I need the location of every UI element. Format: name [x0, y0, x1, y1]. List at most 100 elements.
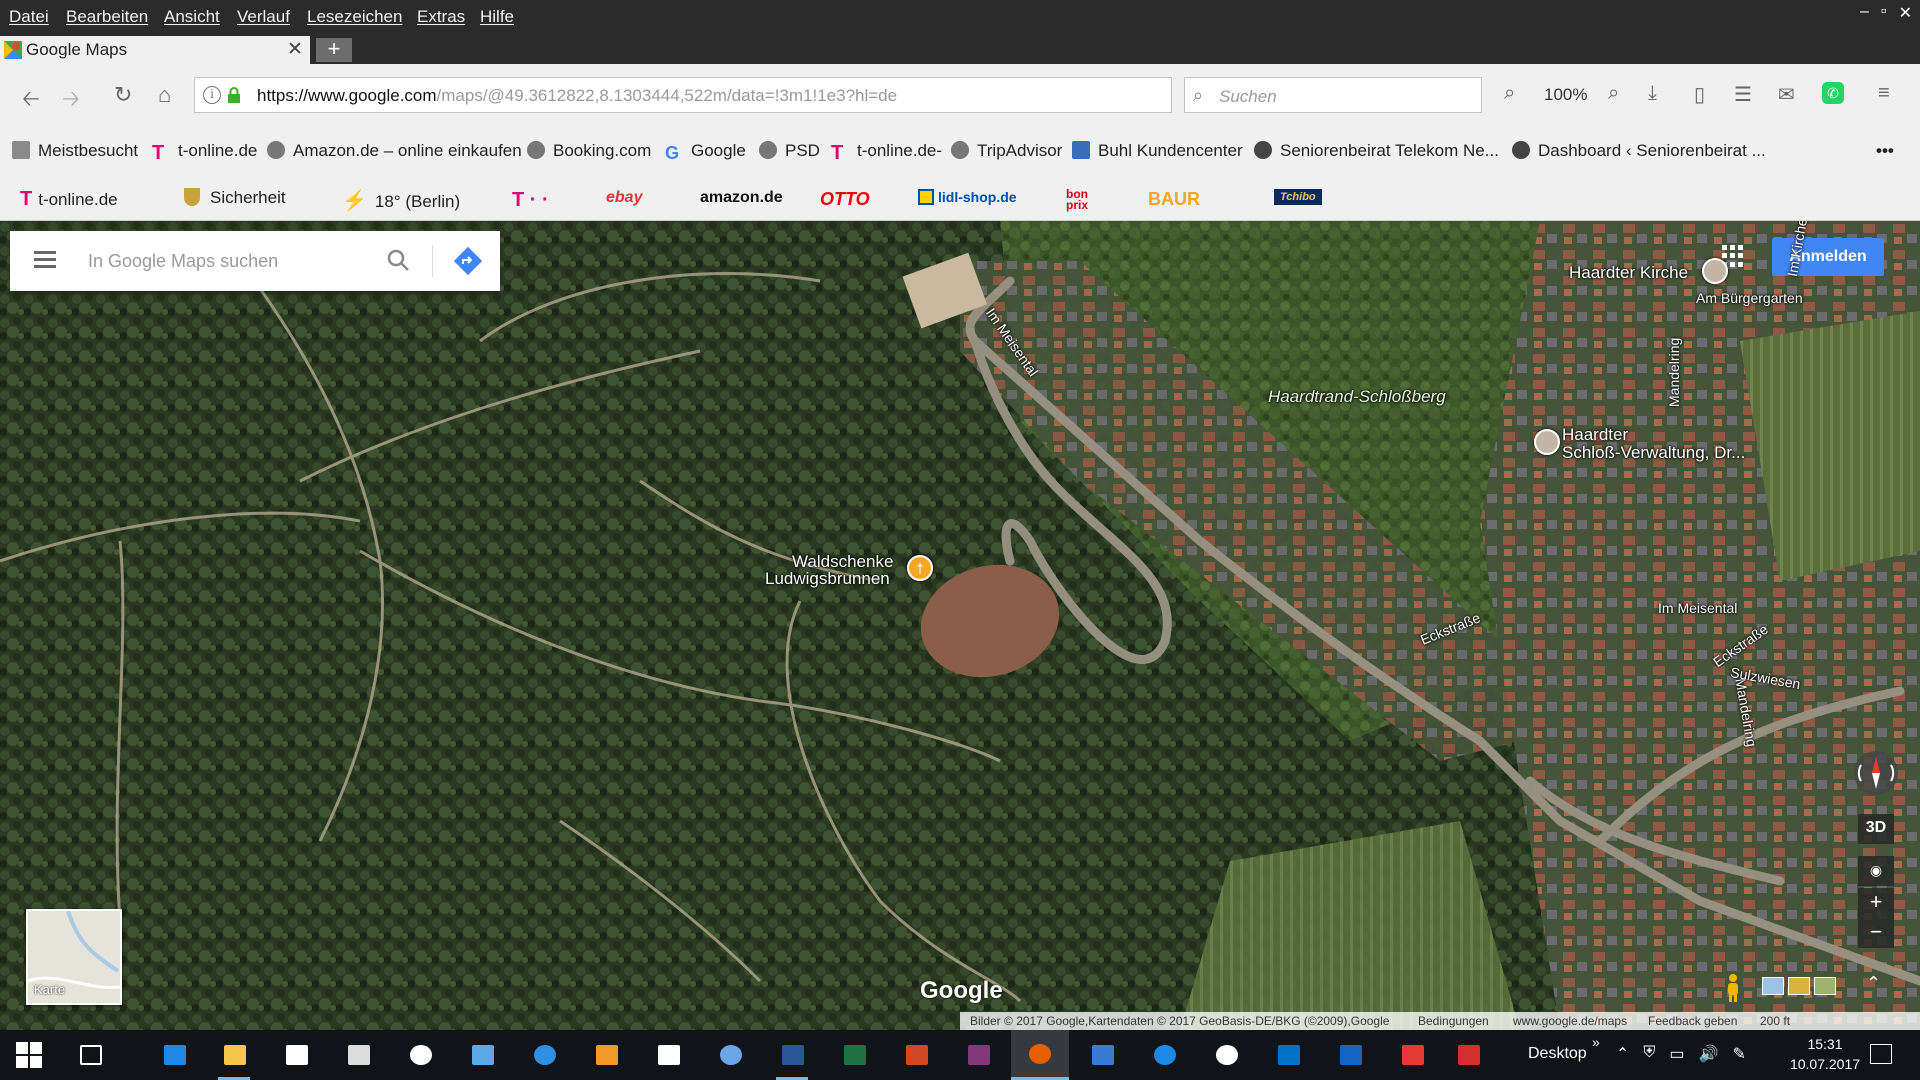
satellite-imagery[interactable] [0, 221, 1920, 1030]
zoom-out-button[interactable]: − [1858, 918, 1894, 948]
map-type-toggle[interactable]: Karte [26, 909, 122, 1005]
baur-logo-link[interactable]: BAUR [1148, 189, 1200, 210]
bookmark-google[interactable]: G Google [665, 141, 746, 162]
layer-thumbnails[interactable] [1762, 977, 1836, 995]
powerpoint-icon[interactable] [900, 1040, 932, 1070]
directions-icon[interactable] [454, 247, 482, 275]
mail-icon[interactable]: ✉ [1778, 82, 1795, 107]
transit-layer-icon[interactable] [1788, 977, 1810, 995]
browser-search-bar[interactable]: ⌕ Suchen [1184, 77, 1482, 113]
place-label-schloss[interactable]: Schloß-Verwaltung, Dr... [1562, 443, 1745, 463]
app-a-icon[interactable] [1334, 1040, 1366, 1070]
action-center-icon[interactable] [1870, 1044, 1892, 1064]
bookmark-tonline[interactable]: Tt-online.de [152, 141, 257, 163]
menu-ansicht[interactable]: Ansicht [164, 7, 220, 27]
ebay-logo-link[interactable]: ebay [606, 189, 642, 207]
menu-hilfe[interactable]: Hilfe [480, 7, 514, 27]
zoom-level[interactable]: 100% [1544, 85, 1587, 105]
bookmark-meistbesucht[interactable]: Meistbesucht [12, 141, 138, 161]
menu-verlauf[interactable]: Verlauf [237, 7, 290, 27]
new-tab-button[interactable]: + [316, 38, 352, 62]
place-label-haardter-kirche[interactable]: Haardter Kirche [1569, 263, 1688, 283]
thunderbird-icon[interactable] [714, 1040, 746, 1070]
bookmark-tripadvisor[interactable]: TripAdvisor [951, 141, 1062, 161]
bookmark-tonline-2[interactable]: Tt-online.de- [831, 141, 942, 163]
search-engine-icon[interactable]: ⌕ [1193, 85, 1203, 106]
toolbar-chevron[interactable]: » [1592, 1034, 1600, 1050]
link-weather[interactable]: ⚡ 18° (Berlin) [342, 188, 460, 213]
bookmark-amazon[interactable]: Amazon.de – online einkaufen [267, 141, 522, 161]
compass-icon[interactable] [1854, 751, 1898, 795]
reload-icon[interactable]: ↻ [114, 82, 132, 108]
calendar-icon[interactable] [652, 1040, 684, 1070]
forward-arrow-icon[interactable]: 🡢 [62, 82, 80, 120]
pdf-app-icon[interactable] [1396, 1040, 1428, 1070]
minimize-button[interactable]: – [1860, 3, 1869, 23]
photos-icon[interactable] [342, 1040, 374, 1070]
place-label-ludwigsbrunnen[interactable]: Ludwigsbrunnen [765, 569, 890, 589]
hamburger-menu-icon[interactable] [34, 251, 56, 268]
weather-app-icon[interactable] [404, 1040, 436, 1070]
otto-logo-link[interactable]: OTTO [820, 189, 870, 210]
app-icon[interactable] [1086, 1040, 1118, 1070]
news-app-icon[interactable] [466, 1040, 498, 1070]
bookmark-buhl[interactable]: Buhl Kundencenter [1072, 141, 1243, 161]
landmark-pin-icon[interactable] [1534, 429, 1560, 455]
site-info-icon[interactable]: i [203, 86, 221, 104]
lidl-logo-link[interactable]: lidl-shop.de [918, 189, 1017, 205]
desktop-toolbar-label[interactable]: Desktop [1528, 1045, 1587, 1063]
link-tonline[interactable]: Tt-online.de [20, 188, 118, 211]
excel-icon[interactable] [838, 1040, 870, 1070]
network-icon[interactable]: ▭ [1669, 1044, 1684, 1064]
traffic-layer-icon[interactable] [1762, 977, 1784, 995]
place-label-haardter[interactable]: Haardter [1562, 425, 1628, 445]
menu-lesezeichen[interactable]: Lesezeichen [307, 7, 402, 27]
task-view-icon[interactable] [74, 1040, 106, 1070]
outlook-icon[interactable] [1272, 1040, 1304, 1070]
telekom-logo-link[interactable]: T · · [512, 189, 549, 212]
close-window-button[interactable]: ✕ [1899, 3, 1912, 23]
layers-expand-icon[interactable]: ⌃ [1866, 973, 1881, 994]
bookmarks-overflow-button[interactable]: ••• [1876, 141, 1894, 161]
zoom-in-icon[interactable]: ⌕ [1608, 82, 1619, 105]
tray-expand-icon[interactable]: ⌃ [1616, 1044, 1629, 1064]
word-icon[interactable] [776, 1040, 808, 1080]
volume-icon[interactable]: 🔊 [1699, 1044, 1719, 1064]
satellite-map[interactable]: Anmelden Haardter Kirche Haardtrand-Schl… [0, 221, 1920, 1030]
edge-icon[interactable] [158, 1040, 190, 1070]
bookmark-psd[interactable]: PSD [759, 141, 820, 161]
back-arrow-icon[interactable]: 🡠 [22, 82, 40, 120]
tilt-3d-button[interactable]: 3D [1858, 814, 1894, 844]
download-icon[interactable]: ⤓ [1648, 82, 1657, 105]
firefox-taskbar-icon[interactable] [1011, 1030, 1069, 1080]
maps-app-icon[interactable] [1210, 1040, 1242, 1070]
security-icon[interactable]: ⛨ [1643, 1044, 1655, 1064]
bookmark-booking[interactable]: Booking.com [527, 141, 651, 161]
hamburger-menu-icon[interactable]: ≡ [1878, 82, 1890, 105]
store-icon[interactable] [280, 1040, 312, 1070]
terrain-layer-icon[interactable] [1814, 977, 1836, 995]
maximize-button[interactable]: ▫ [1881, 3, 1887, 23]
onenote-icon[interactable] [962, 1040, 994, 1070]
bookmark-seniorenbeirat[interactable]: Seniorenbeirat Telekom Ne... [1254, 141, 1499, 161]
media-player-icon[interactable] [590, 1040, 622, 1070]
menu-bearbeiten[interactable]: Bearbeiten [66, 7, 148, 27]
tab-close-icon[interactable]: ✕ [287, 38, 303, 61]
clock[interactable]: 15:31 10.07.2017 [1785, 1034, 1865, 1074]
tab-google-maps[interactable]: Google Maps ✕ [0, 36, 310, 64]
help-icon[interactable] [1148, 1040, 1180, 1070]
site-link[interactable]: www.google.de/maps [1513, 1014, 1627, 1028]
zoom-out-icon[interactable]: ⌕ [1504, 82, 1515, 105]
pen-icon[interactable]: ✎ [1732, 1044, 1745, 1064]
my-location-icon[interactable]: ◉ [1858, 856, 1894, 886]
library-icon[interactable]: ☰ [1734, 82, 1752, 107]
scale-label[interactable]: 200 ft [1760, 1014, 1790, 1028]
link-sicherheit[interactable]: Sicherheit [184, 188, 286, 208]
file-explorer-icon[interactable] [218, 1040, 250, 1080]
whatsapp-icon[interactable]: ✆ [1822, 82, 1844, 104]
home-icon[interactable]: ⌂ [158, 82, 171, 108]
reader-icon[interactable]: ▯ [1694, 82, 1705, 107]
menu-datei[interactable]: Datei [9, 7, 49, 27]
bonprix-logo-link[interactable]: bon prix [1066, 188, 1092, 211]
menu-extras[interactable]: Extras [417, 7, 465, 27]
